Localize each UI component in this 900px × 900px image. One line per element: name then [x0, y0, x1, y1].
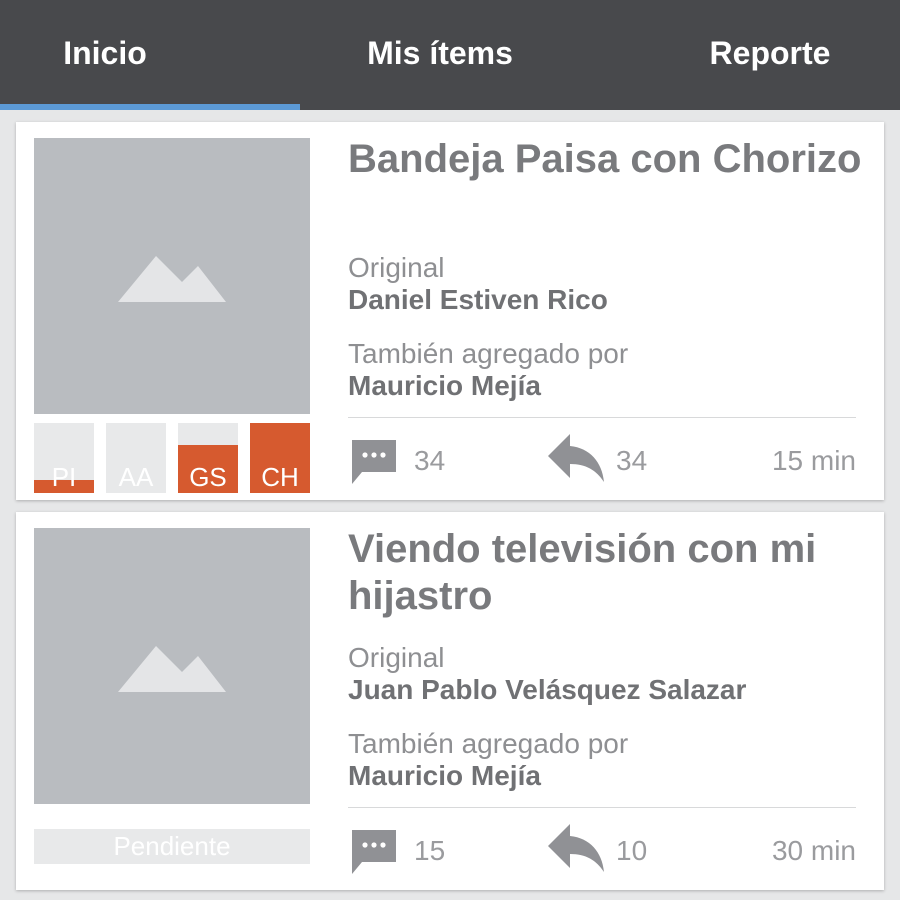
also-added-author[interactable]: Mauricio Mejía [348, 760, 541, 792]
reply-icon[interactable] [546, 432, 606, 484]
tab-inicio[interactable]: Inicio [0, 0, 210, 106]
indicator-label: CH [261, 462, 299, 492]
tab-bar: Inicio Mis ítems Reporte [0, 0, 900, 110]
item-card[interactable]: PI AA GS CH Bandeja Paisa con Chorizo Or… [16, 122, 884, 500]
item-card[interactable]: Pendiente Viendo televisión con mi hijas… [16, 512, 884, 890]
indicator-ch: CH [250, 423, 310, 493]
item-thumbnail [34, 138, 310, 414]
original-label: Original [348, 252, 445, 283]
divider [348, 807, 856, 808]
item-title[interactable]: Bandeja Paisa con Chorizo [348, 136, 878, 183]
share-count: 10 [616, 835, 648, 866]
indicator-row: PI AA GS CH [34, 423, 310, 493]
indicator-pi: PI [34, 423, 94, 493]
also-added-author[interactable]: Mauricio Mejía [348, 370, 541, 402]
indicator-label: AA [118, 462, 154, 492]
original-label: Original [348, 642, 445, 673]
time-ago: 30 min [771, 835, 856, 866]
comment-count: 34 [414, 445, 446, 476]
active-tab-indicator [0, 104, 300, 110]
comment-count: 15 [414, 835, 446, 866]
tab-reporte[interactable]: Reporte [690, 0, 850, 106]
also-added-label: También agregado por [348, 338, 629, 369]
image-placeholder-icon [118, 256, 226, 302]
share-count: 34 [616, 445, 648, 476]
divider [348, 417, 856, 418]
comment-icon[interactable] [350, 828, 398, 876]
tab-mis-items[interactable]: Mis ítems [300, 0, 580, 106]
item-title[interactable]: Viendo televisión con mi hijastro [348, 526, 878, 620]
reply-icon[interactable] [546, 822, 606, 874]
image-placeholder-icon [118, 646, 226, 692]
comment-icon[interactable] [350, 438, 398, 486]
also-added-label: También agregado por [348, 728, 629, 759]
indicator-label: PI [51, 462, 77, 492]
indicator-label: GS [189, 462, 227, 492]
item-thumbnail [34, 528, 310, 804]
indicator-gs: GS [178, 423, 238, 493]
original-author[interactable]: Juan Pablo Velásquez Salazar [348, 674, 746, 706]
original-author[interactable]: Daniel Estiven Rico [348, 284, 608, 316]
status-badge: Pendiente [34, 829, 310, 864]
indicator-aa: AA [106, 423, 166, 493]
time-ago: 15 min [771, 445, 856, 476]
